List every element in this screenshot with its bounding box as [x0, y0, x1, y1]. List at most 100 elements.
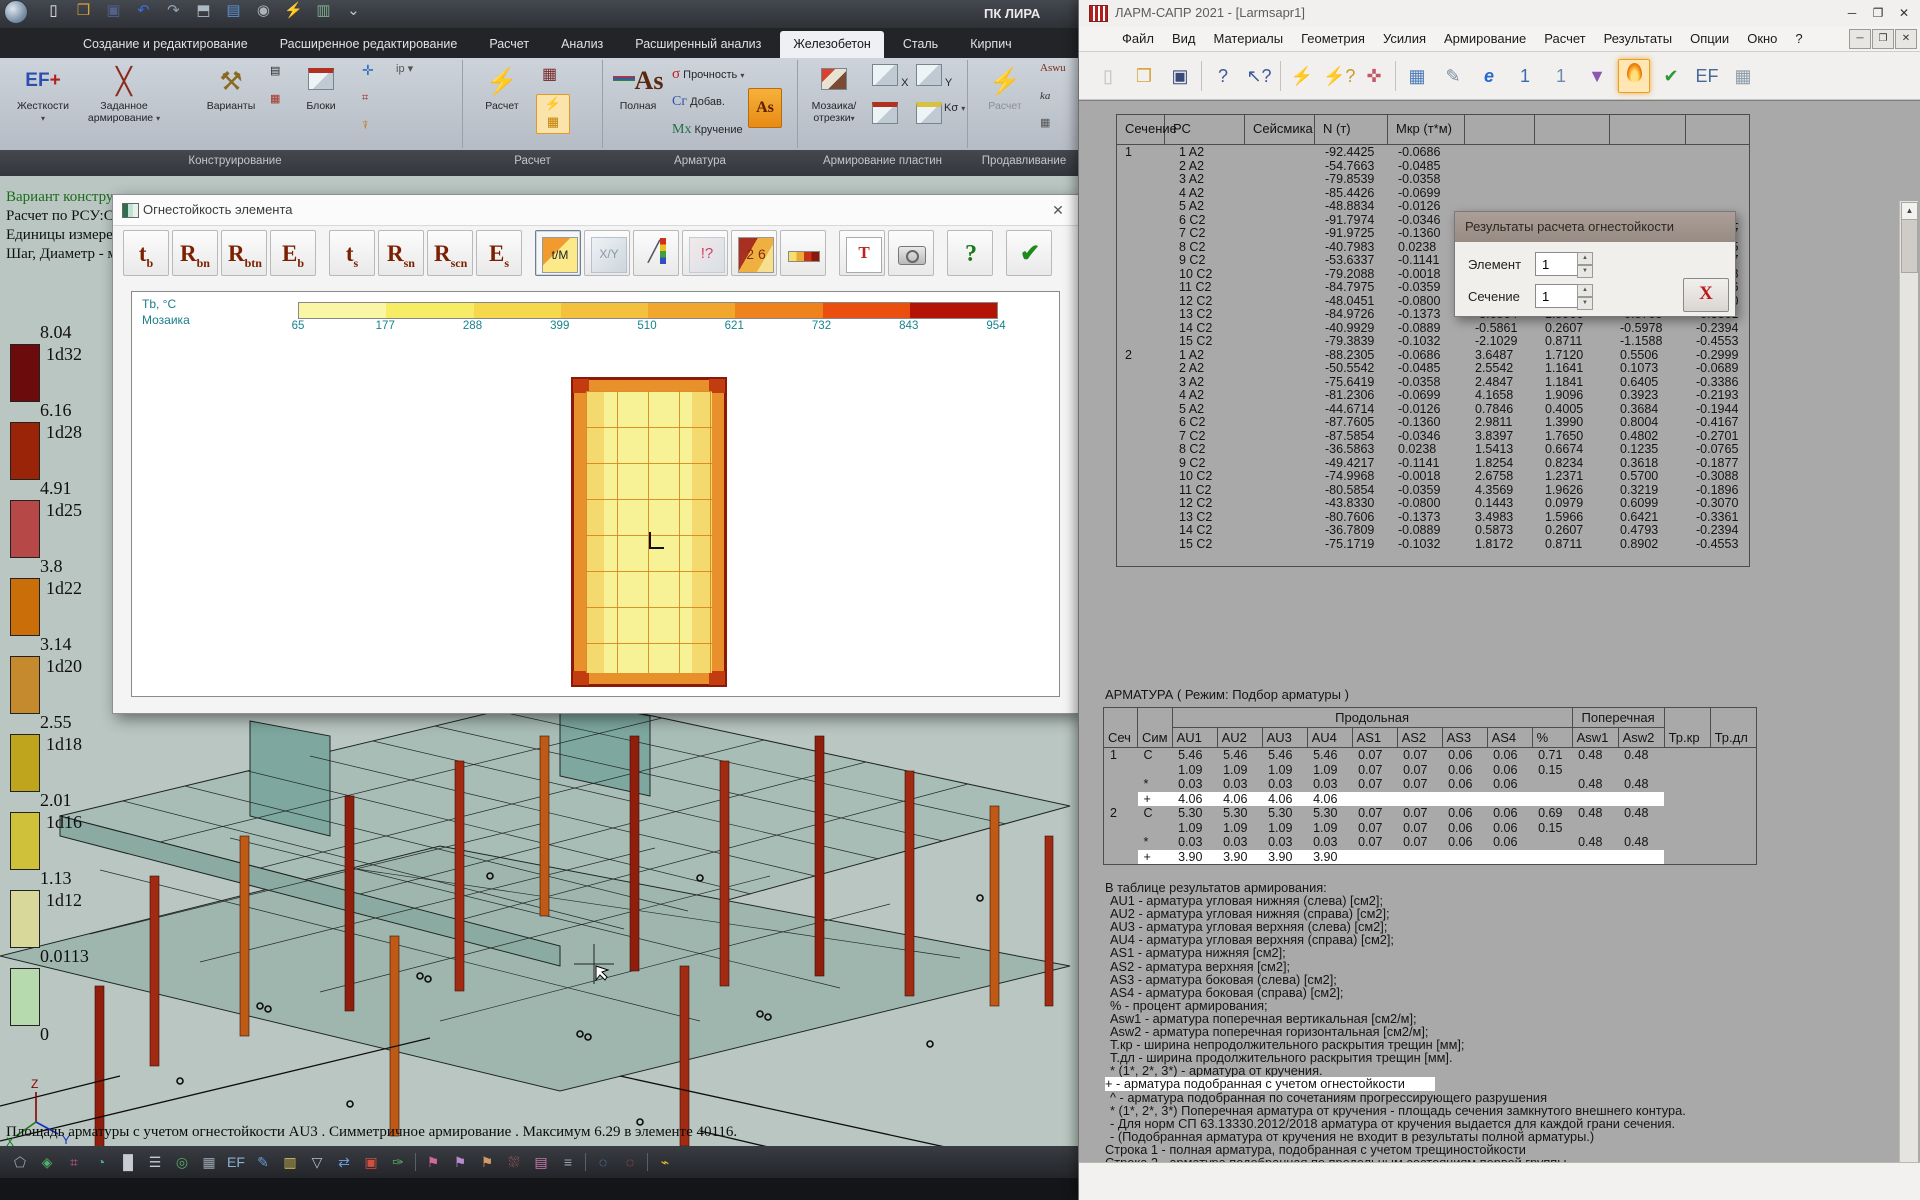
new-document-icon[interactable]: ▯: [40, 0, 66, 22]
element-spinner[interactable]: ▲▼: [1577, 252, 1593, 276]
redo-icon[interactable]: ↷: [160, 0, 186, 22]
diagram-button[interactable]: ╱: [633, 230, 679, 276]
add-button[interactable]: Сг Добав.: [672, 94, 725, 110]
scroll-thumb[interactable]: [1901, 219, 1918, 273]
fire-resistance-icon[interactable]: [1618, 59, 1650, 93]
open-file-icon[interactable]: ❒: [1129, 60, 1159, 92]
filter-icon[interactable]: ▼: [1582, 60, 1612, 92]
given-reinforcement-button[interactable]: ╳ Заданное армирование ▾: [78, 62, 170, 125]
menu-Вид[interactable]: Вид: [1163, 31, 1205, 46]
larm-titlebar[interactable]: ЛАРМ-САПР 2021 - [Larmsapr1] ─ ❐ ✕: [1079, 0, 1920, 27]
tab-Железобетон[interactable]: Железобетон: [780, 31, 883, 58]
list-icon[interactable]: ☰: [145, 1152, 165, 1172]
stiffness-button[interactable]: EF+ Жесткости▾: [14, 62, 72, 125]
temperature-report-button[interactable]: T: [839, 230, 885, 276]
help-button[interactable]: ?: [947, 230, 993, 276]
minimize-icon[interactable]: ─: [1839, 3, 1865, 23]
run-calculation-icon[interactable]: ⚡: [280, 0, 306, 22]
target-icon[interactable]: ◎: [172, 1152, 192, 1172]
menu-Геометрия[interactable]: Геометрия: [1292, 31, 1374, 46]
vertical-scrollbar[interactable]: ▲ ▼: [1899, 201, 1918, 1163]
rscn-button[interactable]: Rscn: [427, 230, 473, 276]
eb-button[interactable]: Eb: [270, 230, 316, 276]
fire-dialog-titlebar[interactable]: Огнестойкость элемента ✕: [113, 195, 1078, 226]
section-input[interactable]: [1535, 284, 1579, 308]
flag-node-icon[interactable]: ⚑: [450, 1152, 470, 1172]
ip-icon[interactable]: ip ▾: [396, 62, 413, 75]
blocks-button[interactable]: Блоки: [292, 62, 350, 112]
tab-Сталь[interactable]: Сталь: [890, 31, 951, 58]
tab-Анализ[interactable]: Анализ: [548, 31, 616, 58]
mosaic-values-button[interactable]: 2 6: [731, 230, 777, 276]
slab-grid-icon[interactable]: ▦: [542, 64, 557, 84]
mdi-close-icon[interactable]: ✕: [1895, 29, 1917, 49]
grid-icon[interactable]: ▦: [199, 1152, 219, 1172]
help-icon[interactable]: ?: [1208, 60, 1238, 92]
menu-Опции[interactable]: Опции: [1681, 31, 1738, 46]
punching-calculate-button[interactable]: ⚡ Расчет: [975, 62, 1035, 112]
save-icon[interactable]: ▣: [100, 0, 126, 22]
wand-icon[interactable]: ✛: [362, 62, 374, 79]
red-frame-icon[interactable]: ▣: [361, 1152, 381, 1172]
stiffness-icon[interactable]: EF: [226, 1152, 246, 1172]
es-button[interactable]: Es: [476, 230, 522, 276]
menu-?[interactable]: ?: [1786, 31, 1811, 46]
tab-Кирпич[interactable]: Кирпич: [957, 31, 1024, 58]
stiffness-ef-icon[interactable]: EF: [1692, 60, 1722, 92]
rc-calculate-button[interactable]: ⚡ Расчет: [470, 62, 534, 112]
rotate-icon[interactable]: ◔: [91, 1152, 111, 1172]
calculate-icon[interactable]: ⚡: [1287, 60, 1317, 92]
brush-icon[interactable]: ✑: [388, 1152, 408, 1172]
menu-Расчет[interactable]: Расчет: [1535, 31, 1594, 46]
aswu-button[interactable]: Aswu: [1040, 62, 1066, 74]
mdi-restore-icon[interactable]: ❐: [1872, 29, 1894, 49]
view-cube-icon[interactable]: ⬒: [190, 0, 216, 22]
lira-logo-icon[interactable]: [4, 0, 28, 24]
fire-dialog-canvas[interactable]: Tb, °C Мозаика 6517728839951062173284395…: [131, 291, 1060, 697]
mosaic-segments-button[interactable]: Мозаика/ отрезки▾: [804, 62, 864, 125]
web-icon[interactable]: e: [1474, 60, 1504, 92]
strength-button[interactable]: σ Прочность ▾: [672, 66, 744, 83]
flashlight-icon[interactable]: ⌁: [655, 1152, 675, 1172]
book-icon[interactable]: ▤: [220, 0, 246, 22]
hash-grid-icon[interactable]: ⌗: [362, 92, 368, 105]
context-help-icon[interactable]: ↖?: [1244, 60, 1274, 92]
chart3d-icon[interactable]: ▥: [280, 1152, 300, 1172]
rsn-button[interactable]: Rsn: [378, 230, 424, 276]
menu-Окно[interactable]: Окно: [1738, 31, 1786, 46]
zoom-icon[interactable]: ◌: [593, 1152, 613, 1172]
close-icon[interactable]: ✕: [1891, 3, 1917, 23]
section-mosaic[interactable]: [571, 377, 727, 687]
variants-button[interactable]: ⚒ Варианты: [200, 62, 262, 112]
torsion-button[interactable]: Мх Кручение: [672, 122, 743, 138]
popup-title[interactable]: Результаты расчета огнестойкости: [1455, 212, 1735, 242]
window-2-icon[interactable]: 1: [1546, 60, 1576, 92]
tab-Расширенный анализ[interactable]: Расширенный анализ: [622, 31, 774, 58]
flag-frame-icon[interactable]: ⛆: [504, 1152, 524, 1172]
punching-table-button[interactable]: ▦: [1040, 116, 1050, 129]
swap-doc-icon[interactable]: ⇄: [334, 1152, 354, 1172]
close-icon[interactable]: ✕: [1046, 199, 1070, 221]
calculate-query-icon[interactable]: ⚡?: [1323, 60, 1353, 92]
concrete-temperature-button[interactable]: tb: [123, 230, 169, 276]
mosaic-x-button[interactable]: X: [872, 64, 908, 89]
pause-icon[interactable]: ▐▌: [118, 1152, 138, 1172]
check-plate-icon[interactable]: ✔: [1656, 60, 1686, 92]
new-document-icon[interactable]: ▯: [1093, 60, 1123, 92]
popup-close-button[interactable]: X: [1683, 278, 1729, 312]
checklist-icon[interactable]: ▤: [270, 64, 280, 77]
section-spinner[interactable]: ▲▼: [1577, 284, 1593, 308]
save-icon[interactable]: ▣: [1165, 60, 1195, 92]
more-commands-icon[interactable]: ⌄: [340, 0, 366, 22]
as-fire-button[interactable]: As: [748, 88, 782, 128]
mdi-minimize-icon[interactable]: ─: [1849, 29, 1871, 49]
fence-icon[interactable]: ⌗: [64, 1152, 84, 1172]
steel-temperature-button[interactable]: ts: [329, 230, 375, 276]
k-sigma-button[interactable]: Kσ ▾: [944, 102, 965, 114]
rbtn-button[interactable]: Rbtn: [221, 230, 267, 276]
menu-Армирование[interactable]: Армирование: [1435, 31, 1535, 46]
apply-button[interactable]: ✔: [1006, 230, 1052, 276]
zoom-off-icon[interactable]: ◌: [620, 1152, 640, 1172]
mosaic-y-button[interactable]: Y: [916, 64, 952, 89]
pen-icon[interactable]: ✎: [253, 1152, 273, 1172]
